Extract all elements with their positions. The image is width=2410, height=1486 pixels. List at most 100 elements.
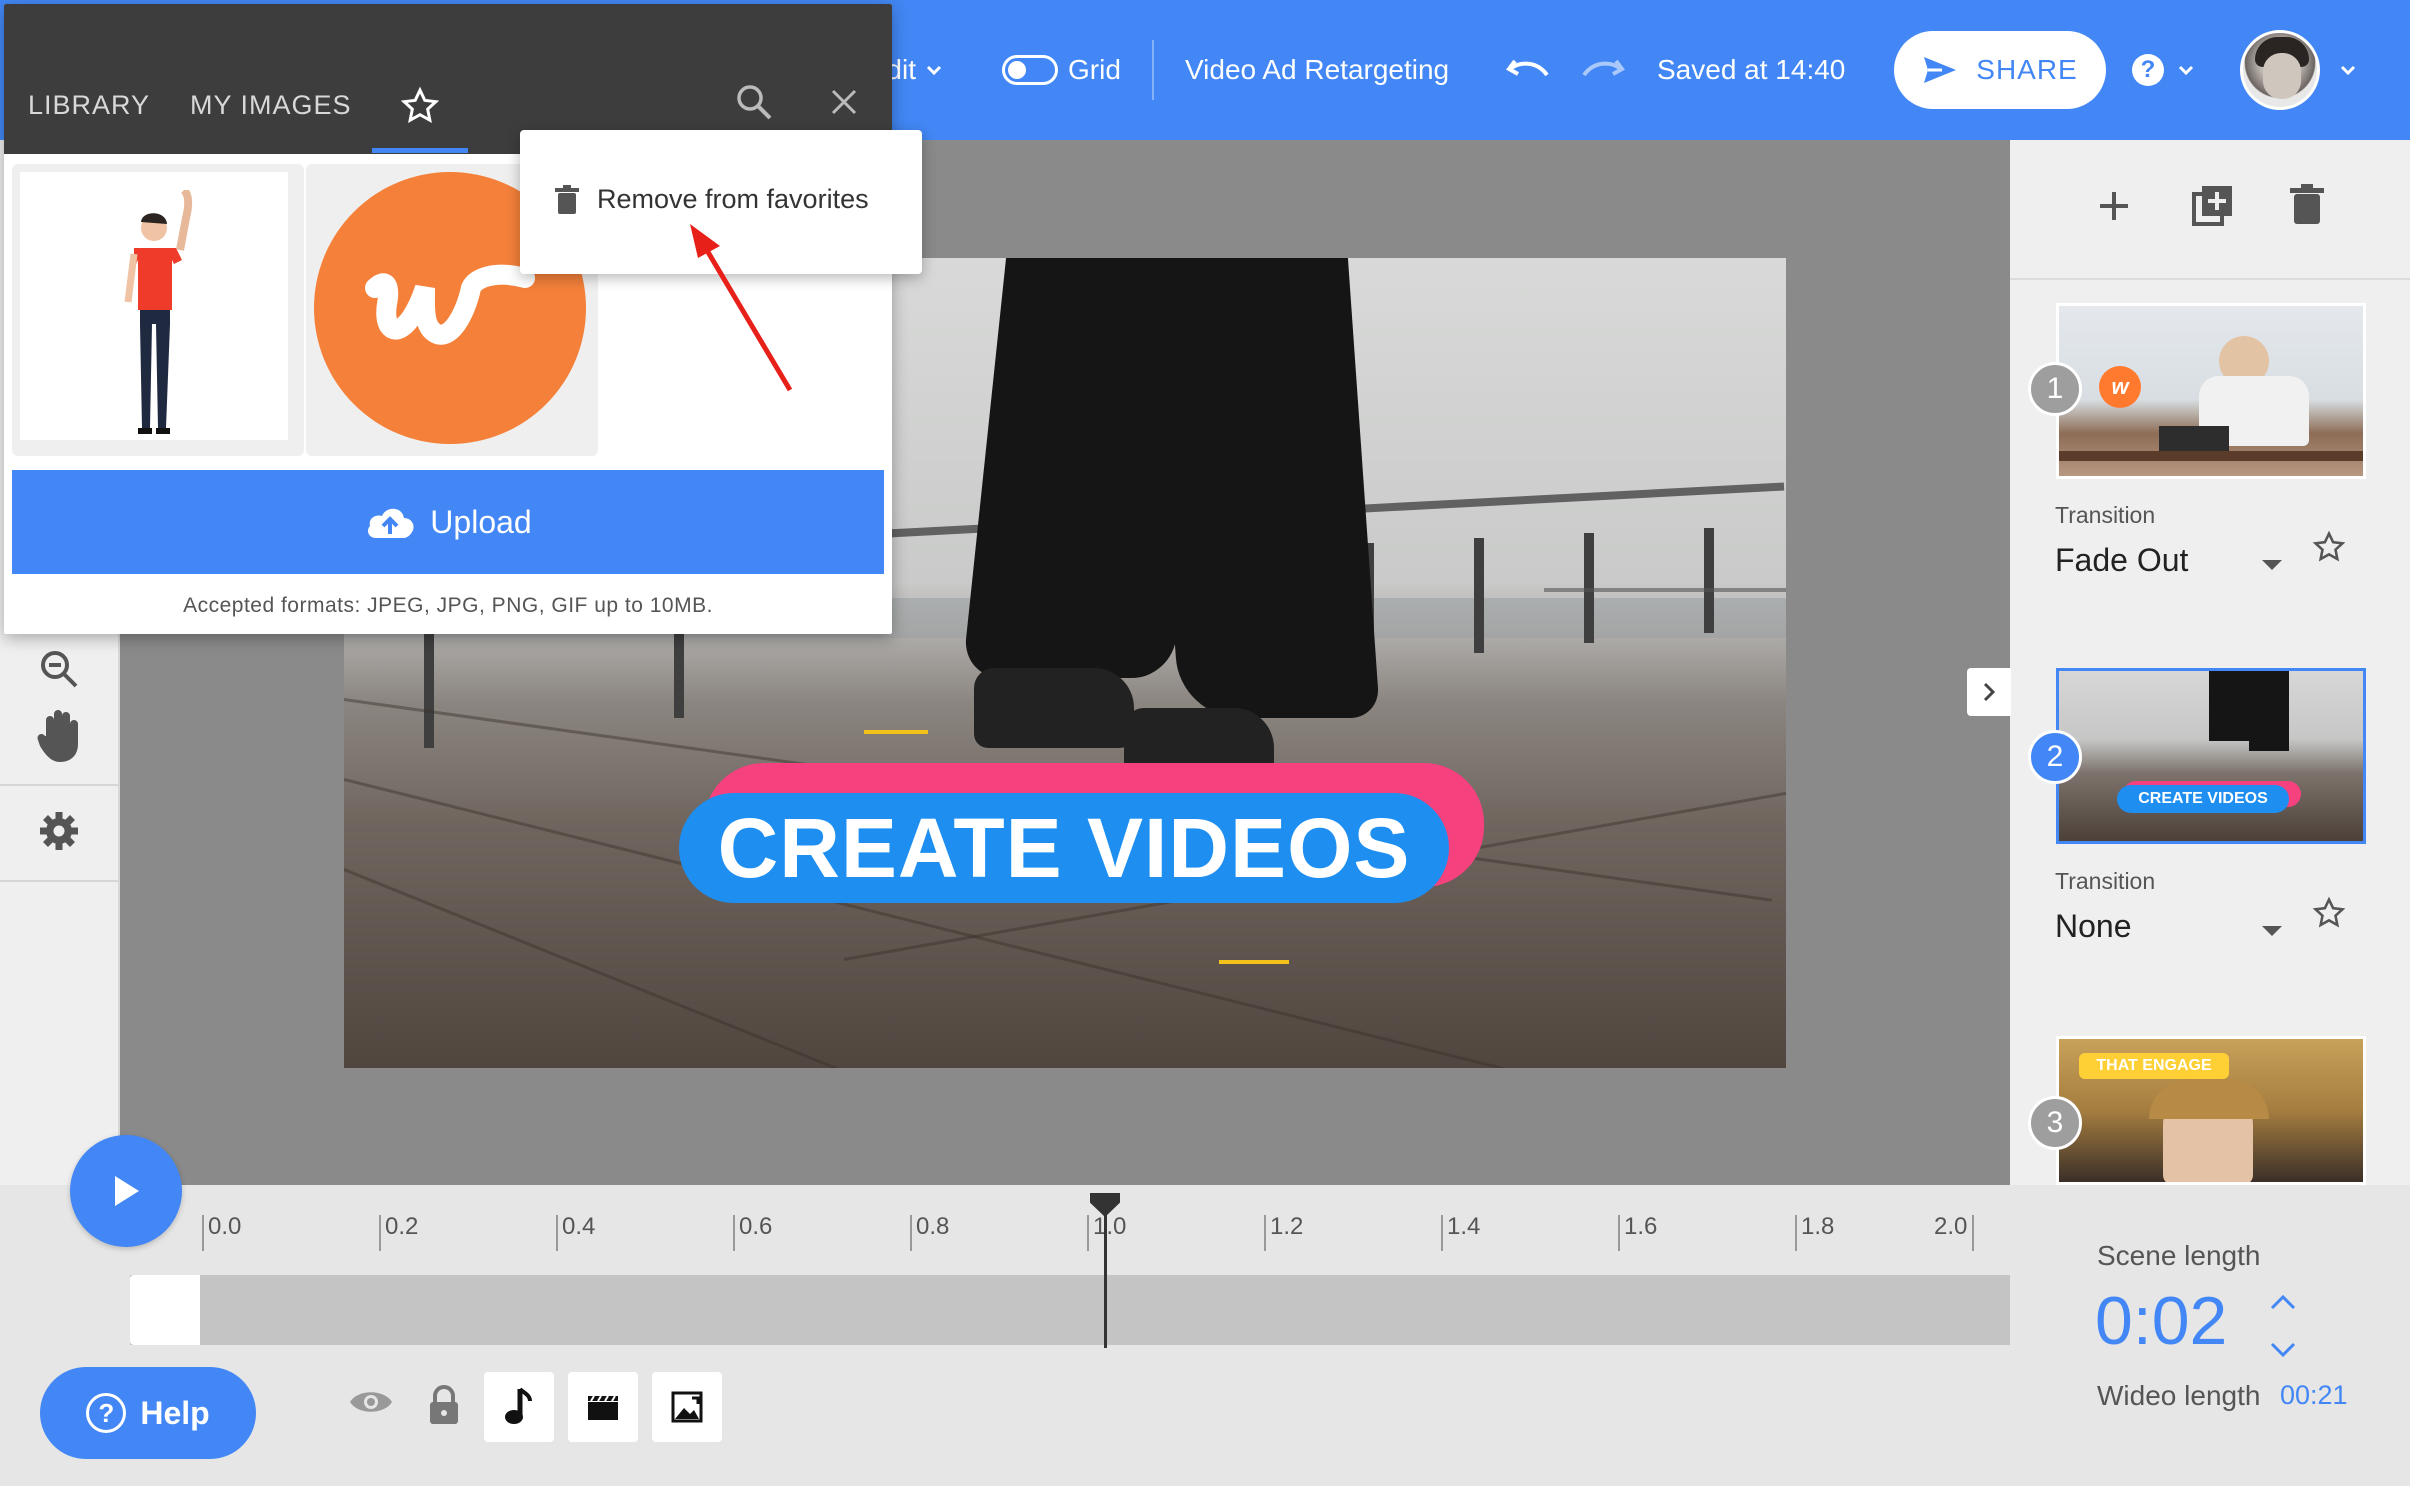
thumb-headline: CREATE VIDEOS <box>2117 785 2289 813</box>
transition-select[interactable]: None <box>2055 908 2132 945</box>
close-popup-button[interactable] <box>830 88 858 121</box>
ruler-tick-label: 0.0 <box>208 1213 242 1240</box>
chevron-right-icon <box>1983 682 1996 702</box>
scene-length-value[interactable]: 0:02 <box>2095 1282 2227 1360</box>
ruler-tick <box>1972 1215 1974 1251</box>
favorite-transition-button[interactable] <box>2312 530 2346 569</box>
star-outline-icon <box>2312 896 2346 928</box>
gear-icon <box>40 812 78 850</box>
redo-button[interactable] <box>1580 0 1626 140</box>
scene-thumbnail-selected[interactable]: CREATE VIDEOS <box>2056 668 2366 844</box>
decor-dash <box>1219 960 1289 964</box>
image-layer-button[interactable] <box>652 1372 722 1442</box>
help-label: Help <box>140 1394 210 1431</box>
plus-icon <box>2100 192 2128 220</box>
scene-length-increase[interactable] <box>2268 1292 2298 1317</box>
audio-layer-button[interactable] <box>484 1372 554 1442</box>
ruler-tick-label: 1.4 <box>1447 1213 1481 1240</box>
scene-length-decrease[interactable] <box>2268 1340 2298 1365</box>
star-outline-icon <box>2312 530 2346 562</box>
ruler-tick <box>556 1215 558 1251</box>
trash-icon <box>555 184 579 214</box>
annotation-arrow <box>690 224 793 392</box>
share-label: SHARE <box>1976 54 2078 85</box>
eye-icon <box>350 1392 392 1412</box>
lock-toggle[interactable] <box>426 1385 462 1430</box>
headline-text[interactable]: CREATE VIDEOS <box>679 793 1449 903</box>
clapperboard-icon <box>588 1395 618 1420</box>
chevron-up-icon <box>2270 1294 2296 1310</box>
play-button[interactable] <box>70 1135 182 1247</box>
scenes-toolbar <box>2010 140 2410 280</box>
scene-thumbnail[interactable]: THAT ENGAGE <box>2056 1036 2366 1185</box>
ruler-tick-label: 0.6 <box>739 1213 773 1240</box>
ruler-tick-label: 1.8 <box>1801 1213 1835 1240</box>
tab-library[interactable]: LIBRARY <box>28 90 150 121</box>
track-handle[interactable] <box>130 1275 200 1345</box>
scene-thumbnail[interactable]: w <box>2056 303 2366 479</box>
account-menu[interactable] <box>2336 0 2360 140</box>
edit-menu[interactable]: dit <box>886 0 946 140</box>
scene-number: 3 <box>2028 1096 2082 1150</box>
music-note-icon <box>505 1387 532 1424</box>
pan-tool-button[interactable] <box>36 706 86 769</box>
play-icon <box>115 1176 139 1206</box>
remove-from-favorites-label: Remove from favorites <box>597 184 869 214</box>
ruler-tick <box>202 1215 204 1251</box>
toggle-switch[interactable] <box>1002 55 1058 85</box>
visibility-toggle[interactable] <box>348 1387 394 1422</box>
playhead[interactable] <box>1104 1193 1107 1348</box>
video-layer-button[interactable] <box>568 1372 638 1442</box>
caret-down-icon[interactable] <box>2262 560 2282 570</box>
cloud-upload-icon <box>368 508 414 538</box>
accepted-formats-note: Accepted formats: JPEG, JPG, PNG, GIF up… <box>183 594 713 617</box>
ruler-tick <box>1264 1215 1266 1251</box>
hand-icon <box>37 710 78 762</box>
upload-button[interactable]: Upload <box>12 470 884 574</box>
transition-label: Transition <box>2055 502 2156 528</box>
active-tab-indicator <box>372 148 468 153</box>
ruler-tick <box>1087 1215 1089 1251</box>
tab-favorites[interactable] <box>400 86 440 131</box>
ruler-tick-label: 0.8 <box>916 1213 950 1240</box>
ruler-tick-label: 1.0 <box>1093 1213 1127 1240</box>
transition-select[interactable]: Fade Out <box>2055 542 2188 579</box>
grid-label: Grid <box>1068 54 1121 85</box>
help-button[interactable]: ? Help <box>40 1367 256 1459</box>
grid-toggle[interactable]: Grid <box>1002 0 1121 140</box>
zoom-out-icon <box>41 651 78 688</box>
logo-badge: w <box>2099 366 2141 408</box>
ruler-tick <box>379 1215 381 1251</box>
timeline-track[interactable] <box>130 1275 2010 1345</box>
caret-down-icon[interactable] <box>2262 926 2282 936</box>
settings-button[interactable] <box>38 810 80 857</box>
scene-number: 2 <box>2028 730 2082 784</box>
trash-icon <box>2290 184 2324 224</box>
share-button[interactable]: SHARE <box>1894 31 2106 109</box>
thumb-headline: THAT ENGAGE <box>2079 1053 2229 1079</box>
question-icon: ? <box>86 1393 127 1433</box>
search-button[interactable] <box>734 82 774 127</box>
ruler-tick-label: 0.4 <box>562 1213 596 1240</box>
avatar[interactable] <box>2240 30 2320 110</box>
upload-label: Upload <box>430 503 532 540</box>
project-title[interactable]: Video Ad Retargeting <box>1185 0 1449 140</box>
favorite-transition-button[interactable] <box>2312 896 2346 935</box>
ruler-tick <box>1618 1215 1620 1251</box>
question-icon: ? <box>2132 54 2164 86</box>
chevron-down-icon <box>2340 65 2356 76</box>
remove-from-favorites-item[interactable]: Remove from favorites <box>555 184 869 215</box>
tab-my-images[interactable]: MY IMAGES <box>190 90 352 121</box>
duplicate-scene-button[interactable] <box>2190 184 2234 233</box>
add-scene-button[interactable] <box>2096 188 2132 229</box>
zoom-out-button[interactable] <box>38 648 80 695</box>
divider <box>1152 40 1154 100</box>
redo-icon <box>1582 59 1625 77</box>
help-menu[interactable]: ? <box>2132 0 2198 140</box>
undo-button[interactable] <box>1505 0 1551 140</box>
ruler-tick-label: 1.2 <box>1270 1213 1304 1240</box>
search-icon <box>737 85 772 120</box>
favorite-image-character[interactable] <box>12 164 304 456</box>
collapse-panel-button[interactable] <box>1967 668 2011 716</box>
delete-scene-button[interactable] <box>2290 184 2324 229</box>
